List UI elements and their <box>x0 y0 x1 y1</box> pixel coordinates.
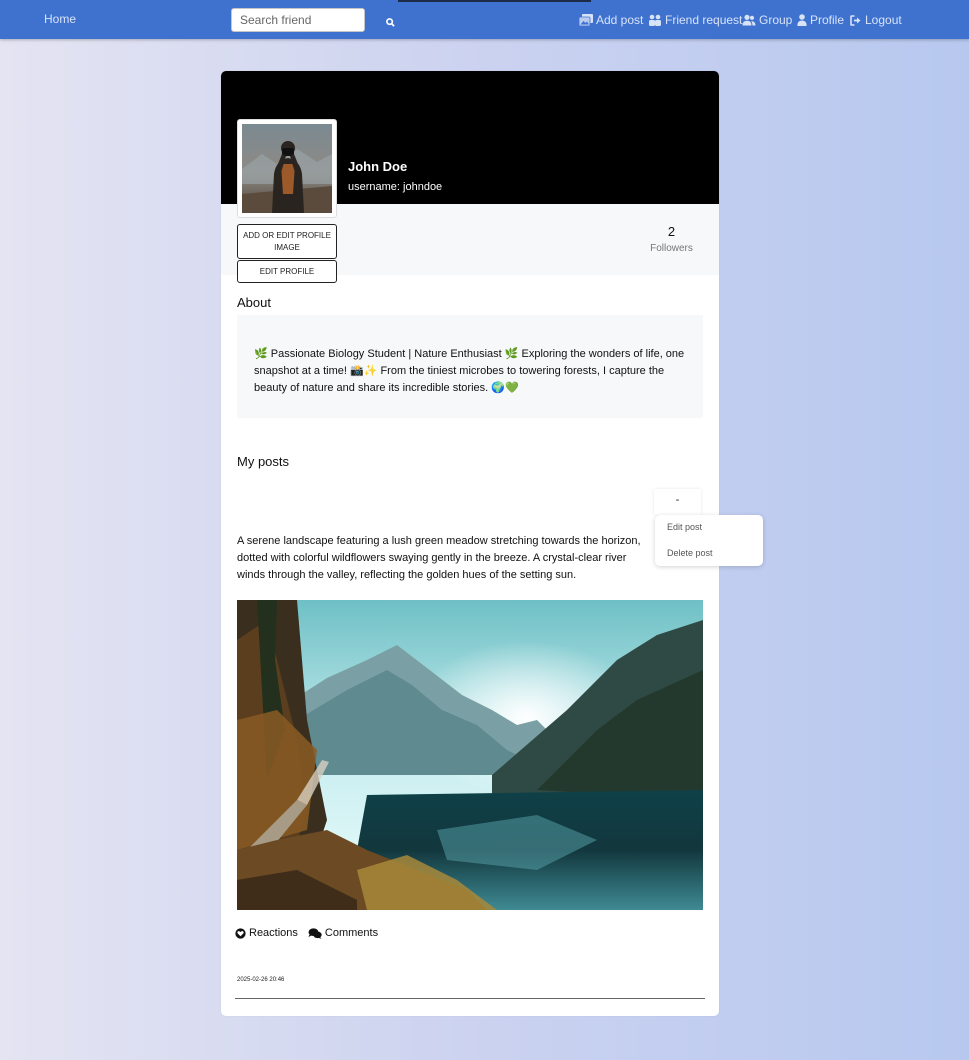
navbar: Home Add post Friend request Gro <box>0 0 969 39</box>
post-timestamp: 2025-02-26 20:46 <box>237 977 285 983</box>
nav-add-post[interactable]: Add post <box>579 12 643 28</box>
about-heading: About <box>237 295 271 310</box>
nav-logout-label: Logout <box>865 13 902 27</box>
avatar <box>237 119 337 218</box>
reactions-button[interactable]: Reactions <box>235 927 298 939</box>
heart-icon <box>235 927 246 939</box>
post-actions: Reactions Comments <box>235 927 378 939</box>
sign-out-icon <box>850 14 861 26</box>
nav-home-link[interactable]: Home <box>44 12 76 26</box>
nav-add-post-label: Add post <box>596 13 644 27</box>
post-image <box>237 600 703 910</box>
post-options-menu: Edit post Delete post <box>655 515 763 566</box>
user-icon <box>797 14 807 26</box>
nav-profile[interactable]: Profile <box>797 12 844 28</box>
my-posts-heading: My posts <box>237 454 290 469</box>
followers-count[interactable]: 2 <box>641 224 702 239</box>
post-divider <box>235 998 705 999</box>
comments-label: Comments <box>324 927 379 939</box>
search-icon <box>386 18 395 27</box>
followers-label: Followers <box>650 243 693 254</box>
post-text: A serene landscape featuring a lush gree… <box>237 535 641 581</box>
user-friends-icon <box>649 14 661 26</box>
post-options-button[interactable]: - <box>654 489 701 515</box>
nav-friend-request[interactable]: Friend request <box>648 12 742 28</box>
nav-group[interactable]: Group <box>742 12 792 28</box>
nav-active-indicator <box>398 0 591 2</box>
reactions-label: Reactions <box>249 927 298 939</box>
profile-name: John Doe <box>348 159 408 174</box>
profile-username: username: johndoe <box>348 181 443 193</box>
edit-profile-button[interactable]: EDIT PROFILE <box>237 260 337 283</box>
comments-icon <box>308 927 322 939</box>
avatar-photo <box>242 124 332 213</box>
nav-group-label: Group <box>759 13 793 27</box>
comments-button[interactable]: Comments <box>308 927 378 939</box>
profile-card: John Doe username: johndoe ADD OR EDIT P… <box>221 71 719 1016</box>
search-button[interactable] <box>386 14 398 27</box>
nav-friend-request-label: Friend request <box>665 13 743 27</box>
edit-post-menu-item[interactable]: Edit post <box>667 522 702 532</box>
nav-profile-label: Profile <box>810 13 845 27</box>
nav-logout[interactable]: Logout <box>850 12 902 28</box>
delete-post-menu-item[interactable]: Delete post <box>667 548 713 558</box>
add-edit-profile-image-button[interactable]: ADD OR EDIT PROFILE IMAGE <box>237 224 337 259</box>
about-text: 🌿 Passionate Biology Student | Nature En… <box>237 315 703 418</box>
users-icon <box>742 14 756 26</box>
search-input[interactable] <box>231 8 365 32</box>
images-icon <box>579 14 593 26</box>
